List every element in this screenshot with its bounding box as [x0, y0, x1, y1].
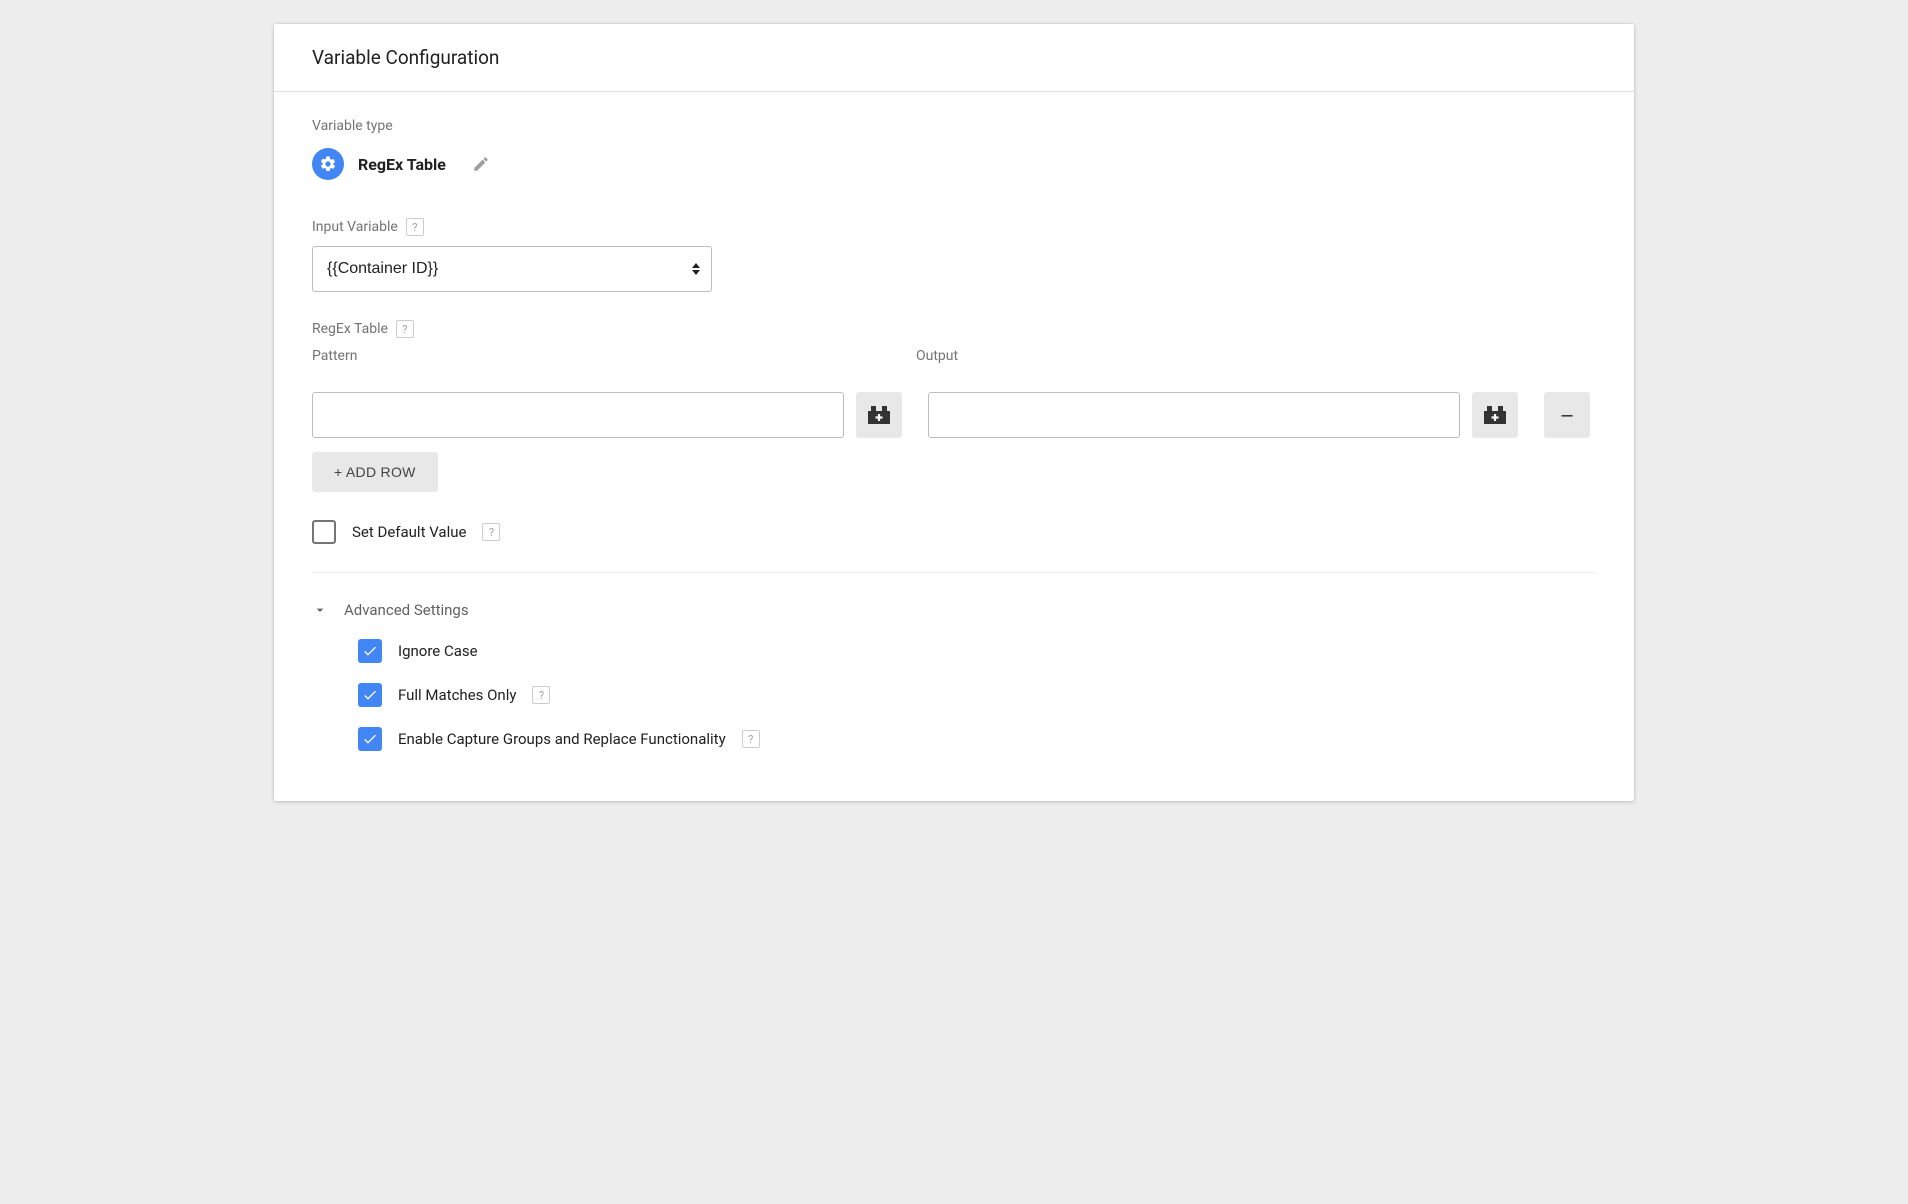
panel-title: Variable Configuration [312, 46, 1596, 69]
check-icon [362, 643, 378, 659]
regex-table-label: RegEx Table [312, 321, 388, 337]
set-default-value-checkbox[interactable] [312, 520, 336, 544]
advanced-settings-body: Ignore Case Full Matches Only ? Enable C [312, 639, 1596, 751]
help-icon[interactable]: ? [482, 523, 500, 541]
lego-plus-icon [1484, 406, 1506, 424]
pattern-column-header: Pattern [312, 348, 844, 364]
help-icon[interactable]: ? [742, 730, 760, 748]
capture-groups-row: Enable Capture Groups and Replace Functi… [358, 727, 1596, 751]
advanced-settings-toggle[interactable]: Advanced Settings [312, 601, 1596, 619]
variable-type-label: Variable type [312, 118, 1596, 134]
regex-table-group: RegEx Table ? Pattern Output [312, 320, 1596, 544]
gear-icon [312, 148, 344, 180]
input-variable-value[interactable] [312, 246, 712, 292]
insert-variable-button[interactable] [1472, 392, 1518, 438]
set-default-value-label: Set Default Value [352, 523, 466, 541]
output-input[interactable] [928, 392, 1460, 438]
panel-body: Variable type RegEx Table Input Variable… [274, 92, 1634, 801]
insert-variable-button[interactable] [856, 392, 902, 438]
help-icon[interactable]: ? [406, 218, 424, 236]
help-icon[interactable]: ? [532, 686, 550, 704]
input-variable-group: Input Variable ? [312, 218, 1596, 292]
regex-table-headers: Pattern Output [312, 348, 1596, 364]
ignore-case-checkbox[interactable] [358, 639, 382, 663]
full-matches-checkbox[interactable] [358, 683, 382, 707]
capture-groups-checkbox[interactable] [358, 727, 382, 751]
ignore-case-label: Ignore Case [398, 642, 478, 660]
output-column-header: Output [916, 348, 1448, 364]
check-icon [362, 687, 378, 703]
set-default-value-row: Set Default Value ? [312, 520, 1596, 544]
variable-config-panel: Variable Configuration Variable type Reg… [274, 24, 1634, 801]
input-variable-select[interactable] [312, 246, 712, 292]
pattern-input[interactable] [312, 392, 844, 438]
capture-groups-label: Enable Capture Groups and Replace Functi… [398, 730, 726, 748]
input-variable-label: Input Variable [312, 219, 398, 235]
remove-row-button[interactable]: – [1544, 392, 1590, 438]
add-row-button[interactable]: + ADD ROW [312, 452, 438, 492]
help-icon[interactable]: ? [396, 320, 414, 338]
edit-icon[interactable] [472, 155, 490, 173]
panel-header: Variable Configuration [274, 24, 1634, 92]
chevron-down-icon [312, 602, 328, 618]
variable-type-name: RegEx Table [358, 155, 446, 174]
full-matches-row: Full Matches Only ? [358, 683, 1596, 707]
variable-type-row: RegEx Table [312, 148, 1596, 180]
lego-plus-icon [868, 406, 890, 424]
ignore-case-row: Ignore Case [358, 639, 1596, 663]
table-row: – [312, 392, 1596, 438]
advanced-settings-title: Advanced Settings [344, 601, 469, 619]
full-matches-label: Full Matches Only [398, 686, 516, 704]
check-icon [362, 731, 378, 747]
divider [312, 572, 1596, 573]
